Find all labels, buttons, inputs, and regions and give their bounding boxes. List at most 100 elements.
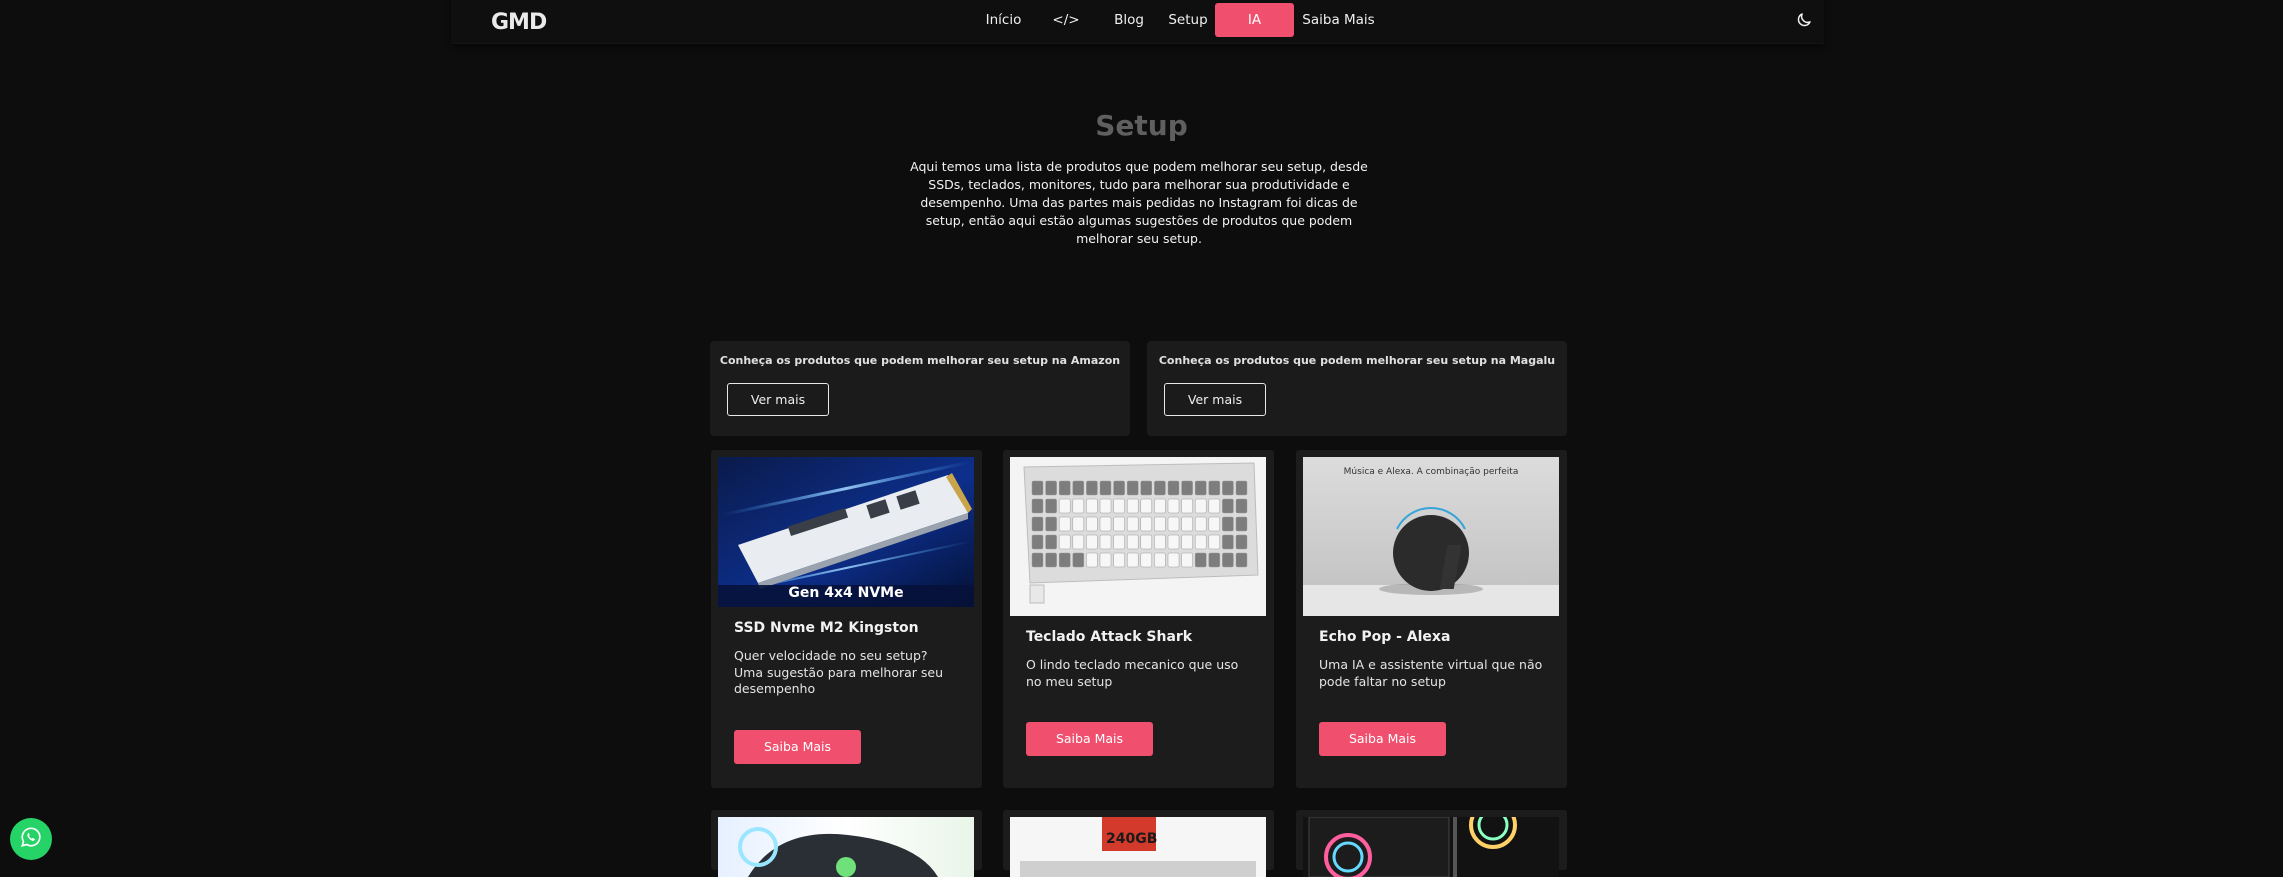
keyboard-key xyxy=(1181,498,1193,514)
magalu-ver-mais-button[interactable]: Ver mais xyxy=(1164,383,1266,416)
keyboard-key xyxy=(1235,498,1248,514)
whatsapp-button[interactable] xyxy=(10,818,52,860)
keyboard-key xyxy=(1099,552,1112,568)
magalu-banner-text: Conheça os produtos que podem melhorar s… xyxy=(1158,354,1556,367)
product-title: Echo Pop - Alexa xyxy=(1319,629,1451,645)
keyboard-key xyxy=(1167,534,1180,550)
amazon-banner-text: Conheça os produtos que podem melhorar s… xyxy=(719,354,1121,367)
keyboard-key xyxy=(1086,516,1098,532)
keyboard-key xyxy=(1086,552,1098,568)
keyboard-key xyxy=(1072,498,1085,514)
keyboard-key xyxy=(1154,498,1166,514)
keyboard-key xyxy=(1126,498,1139,514)
keyboard-key xyxy=(1154,552,1166,568)
saiba-mais-button[interactable]: Saiba Mais xyxy=(734,730,861,764)
keyboard-key xyxy=(1031,552,1044,568)
keyboard-key xyxy=(1031,534,1044,550)
keyboard-key xyxy=(1126,552,1139,568)
keyboard-key xyxy=(1154,534,1166,550)
navbar: GMD Início </> Blog Setup IA Saiba Mais xyxy=(451,0,1824,44)
keyboard-key xyxy=(1181,552,1193,568)
nav-link-blog[interactable]: Blog xyxy=(1097,3,1161,37)
keyboard-key xyxy=(1208,534,1221,550)
keyboard-key xyxy=(1126,480,1139,496)
keyboard-key xyxy=(1235,552,1248,568)
whatsapp-icon xyxy=(20,826,42,852)
keyboard-key xyxy=(1235,516,1248,532)
keyboard-key xyxy=(1113,516,1125,532)
keyboard-key xyxy=(1140,516,1153,532)
keyboard-key xyxy=(1208,552,1221,568)
keyboard-key xyxy=(1126,516,1139,532)
keyboard-key xyxy=(1113,552,1125,568)
keyboard-key xyxy=(1140,534,1153,550)
keyboard-key xyxy=(1194,516,1207,532)
nav-links: Início </> Blog Setup IA Saiba Mais xyxy=(972,3,1383,37)
keyboard-key xyxy=(1154,480,1166,496)
keyboard-key xyxy=(1167,552,1180,568)
product-description: Quer velocidade no seu setup? Uma sugest… xyxy=(734,648,944,696)
keyboard-key xyxy=(1031,498,1044,514)
product-card-pc-case xyxy=(1296,810,1567,877)
keyboard-key xyxy=(1031,480,1044,496)
keyboard-key xyxy=(1058,498,1071,514)
amazon-ver-mais-button[interactable]: Ver mais xyxy=(727,383,829,416)
keyboard-key xyxy=(1072,480,1085,496)
keyboard-key xyxy=(1208,516,1221,532)
keyboard-key xyxy=(1208,480,1221,496)
keyboard-key xyxy=(1058,516,1071,532)
keyboard-key xyxy=(1235,480,1248,496)
keyboard-key xyxy=(1045,498,1057,514)
saiba-mais-button[interactable]: Saiba Mais xyxy=(1319,722,1446,756)
keyboard-key xyxy=(1181,516,1193,532)
keyboard-key xyxy=(1154,516,1166,532)
keyboard-key xyxy=(1222,516,1234,532)
keyboard-key xyxy=(1058,480,1071,496)
keyboard-key xyxy=(1222,498,1234,514)
nav-link-saiba-mais[interactable]: Saiba Mais xyxy=(1294,3,1383,37)
keyboard-key xyxy=(1072,516,1085,532)
site-logo[interactable]: GMD xyxy=(491,11,547,35)
nav-link-inicio[interactable]: Início xyxy=(972,3,1035,37)
keyboard-key xyxy=(1072,534,1085,550)
keyboard-key xyxy=(1208,498,1221,514)
keyboard-key xyxy=(1045,552,1057,568)
product-title: Teclado Attack Shark xyxy=(1026,629,1193,645)
keyboard-key xyxy=(1140,498,1153,514)
magalu-banner: Conheça os produtos que podem melhorar s… xyxy=(1147,341,1567,436)
keyboard-key xyxy=(1058,534,1071,550)
moon-icon[interactable] xyxy=(1795,11,1813,29)
ssd-image-caption: Gen 4x4 NVMe xyxy=(788,585,904,601)
keyboard-key xyxy=(1045,534,1057,550)
product-card-keyboard: Teclado Attack Shark O lindo teclado mec… xyxy=(1003,450,1274,788)
product-card-echo-pop: Música e Alexa. A combinação perfeita Ec… xyxy=(1296,450,1567,788)
keyboard-key xyxy=(1086,498,1098,514)
keyboard-key xyxy=(1126,534,1139,550)
echo-pop-image: Música e Alexa. A combinação perfeita xyxy=(1303,457,1559,616)
keyboard-key xyxy=(1194,480,1207,496)
keyboard-key xyxy=(1099,498,1112,514)
nav-link-setup[interactable]: Setup xyxy=(1161,3,1215,37)
keyboard-key xyxy=(1031,516,1044,532)
keyboard-key xyxy=(1194,552,1207,568)
echo-image-caption: Música e Alexa. A combinação perfeita xyxy=(1343,467,1519,477)
keyboard-key xyxy=(1235,534,1248,550)
keyboard-key xyxy=(1072,552,1085,568)
keyboard-key xyxy=(1222,534,1234,550)
nav-link-ia[interactable]: IA xyxy=(1215,3,1294,37)
keyboard-key xyxy=(1222,480,1234,496)
saiba-mais-button[interactable]: Saiba Mais xyxy=(1026,722,1153,756)
amazon-banner: Conheça os produtos que podem melhorar s… xyxy=(710,341,1130,436)
keyboard-key xyxy=(1194,498,1207,514)
product-card-ssd: Gen 4x4 NVMe SSD Nvme M2 Kingston Quer v… xyxy=(711,450,982,788)
page-title: Setup xyxy=(1095,109,1188,142)
keyboard-image xyxy=(1010,457,1266,616)
nav-link-code[interactable]: </> xyxy=(1035,3,1097,37)
product-title: SSD Nvme M2 Kingston xyxy=(734,620,919,636)
wireless-charger-image xyxy=(718,817,974,877)
keyboard-key xyxy=(1099,516,1112,532)
keyboard-key xyxy=(1167,480,1180,496)
product-card-charger xyxy=(711,810,982,877)
product-description: O lindo teclado mecanico que uso no meu … xyxy=(1026,657,1239,689)
keyboard-key xyxy=(1167,498,1180,514)
